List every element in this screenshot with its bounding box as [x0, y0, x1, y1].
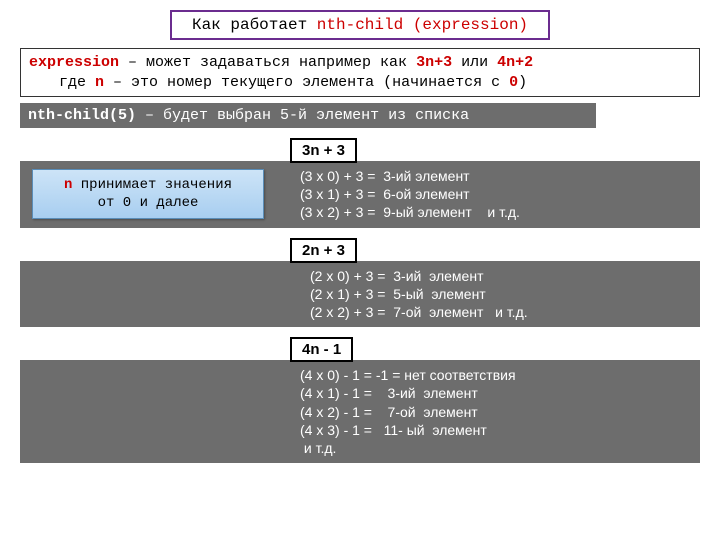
expression-box: expression – может задаваться например к…: [20, 48, 700, 97]
expr-t6: где: [59, 74, 95, 91]
expr-t8: – это номер текущего элемента (начинаетс…: [104, 74, 509, 91]
bar1-desc: – будет выбран 5-й элемент из списка: [136, 107, 469, 124]
title-text-2: nth-child (expression): [317, 16, 528, 34]
section-block-1: n принимает значения от 0 и далее (3 х 0…: [20, 161, 700, 228]
section-label-1: 3n + 3: [290, 138, 357, 163]
section-block-3: (4 х 0) - 1 = -1 = нет соответствия (4 х…: [20, 360, 700, 463]
bluebox-l1: принимает значения: [72, 177, 232, 193]
calc-row: (4 х 2) - 1 = 7-ой элемент: [300, 403, 696, 421]
title-text-1: Как работает: [192, 16, 317, 34]
expr-ex1: 3n+3: [416, 54, 452, 71]
calc-row: (3 х 2) + 3 = 9-ый элемент и т.д.: [300, 203, 696, 221]
calc-row: (3 х 1) + 3 = 6-ой элемент: [300, 185, 696, 203]
section-block-2: (2 х 0) + 3 = 3-ий элемент (2 х 1) + 3 =…: [20, 261, 700, 328]
expr-word: expression: [29, 54, 119, 71]
title-box: Как работает nth-child (expression): [170, 10, 550, 40]
expr-t4: или: [452, 54, 497, 71]
calc-row: (4 х 3) - 1 = 11- ый элемент: [300, 421, 696, 439]
example-bar: nth-child(5) – будет выбран 5-й элемент …: [20, 103, 596, 128]
section-label-3: 4n - 1: [290, 337, 353, 362]
bar1-code: nth-child(5): [28, 107, 136, 124]
calc-row: (2 х 1) + 3 = 5-ый элемент: [310, 285, 696, 303]
n-info-box: n принимает значения от 0 и далее: [32, 169, 264, 219]
expr-zero: 0: [509, 74, 518, 91]
calc-row: (4 х 1) - 1 = 3-ий элемент: [300, 384, 696, 402]
expr-t10: ): [518, 74, 527, 91]
calc-row: и т.д.: [300, 439, 696, 457]
calc-row: (2 х 0) + 3 = 3-ий элемент: [310, 267, 696, 285]
calc-row: (2 х 2) + 3 = 7-ой элемент и т.д.: [310, 303, 696, 321]
expr-t2: – может задаваться например как: [119, 54, 416, 71]
calc-row: (3 х 0) + 3 = 3-ий элемент: [300, 167, 696, 185]
section-label-2: 2n + 3: [290, 238, 357, 263]
expr-ex2: 4n+2: [497, 54, 533, 71]
expr-n: n: [95, 74, 104, 91]
bluebox-l2: от 0 и далее: [98, 195, 199, 211]
calc-row: (4 х 0) - 1 = -1 = нет соответствия: [300, 366, 696, 384]
